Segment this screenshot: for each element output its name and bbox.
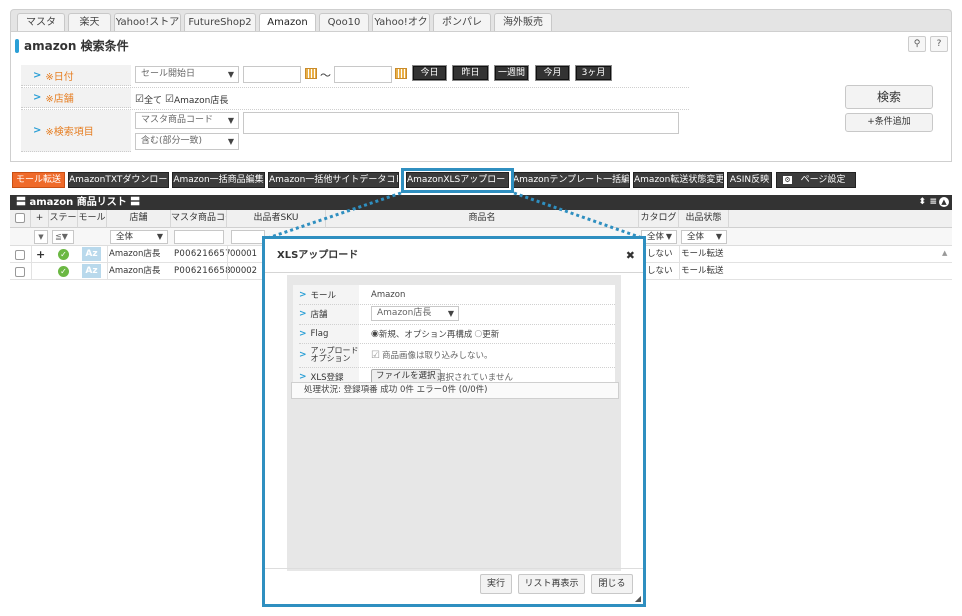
dialog-title: XLSアップロード — [265, 239, 643, 273]
skip-images-checkbox[interactable]: ☑ — [371, 350, 380, 361]
upload-option-label-cell: > アップロード オプション — [299, 344, 365, 366]
xls-upload-dialog: XLSアップロード ✖ > モール Amazon > 店舗 Amazon店長 ▼ > F… — [262, 236, 646, 607]
caret-down-icon: ▼ — [447, 309, 454, 318]
reload-list-button[interactable]: リスト再表示 — [518, 574, 585, 594]
divider — [265, 568, 643, 569]
upload-form: > モール Amazon > 店舗 Amazon店長 ▼ > Flag ◉ 新規、オプショ… — [293, 285, 615, 389]
mall-value: Amazon — [371, 290, 406, 300]
process-status: 処理状況: 登録項番 成功 0件 エラー0件 (0/0件) — [291, 382, 619, 399]
mall-label-cell: > モール — [299, 287, 365, 303]
store-select-value: Amazon店長 — [377, 308, 432, 318]
store-label: 店舗 — [310, 310, 328, 320]
close-icon[interactable]: ✖ — [626, 249, 635, 262]
flag-update-radio[interactable]: ○ — [474, 329, 482, 339]
dialog-title-text: XLSアップロード — [277, 250, 359, 261]
store-select[interactable]: Amazon店長 ▼ — [371, 306, 459, 321]
upload-option: ☑ 商品画像は取り込みしない。 — [371, 344, 492, 366]
flag-update-label: 更新 — [482, 329, 500, 340]
flag-label-cell: > Flag — [299, 325, 365, 342]
chevron-right-icon: > — [299, 328, 307, 339]
flag-options: ◉ 新規、オプション再構成 ○ 更新 — [371, 325, 499, 342]
flag-new-label: 新規、オプション再構成 — [378, 329, 473, 340]
skip-images-label: 商品画像は取り込みしない。 — [381, 351, 493, 361]
close-button[interactable]: 閉じる — [591, 574, 633, 594]
dialog-body: > モール Amazon > 店舗 Amazon店長 ▼ > Flag ◉ 新規、オプショ… — [287, 275, 621, 571]
chevron-right-icon: > — [299, 372, 307, 382]
flag-label: Flag — [310, 328, 329, 339]
chevron-right-icon: > — [299, 309, 307, 319]
execute-button[interactable]: 実行 — [480, 574, 512, 594]
flag-new-radio[interactable]: ◉ — [371, 329, 379, 339]
chevron-right-icon: > — [299, 290, 307, 300]
upload-option-label-line2: オプション — [310, 354, 351, 363]
store-label-cell: > 店舗 — [299, 305, 365, 323]
resize-handle-icon[interactable]: ◢ — [635, 594, 641, 603]
chevron-right-icon: > — [299, 350, 307, 360]
mall-label: モール — [310, 291, 337, 301]
